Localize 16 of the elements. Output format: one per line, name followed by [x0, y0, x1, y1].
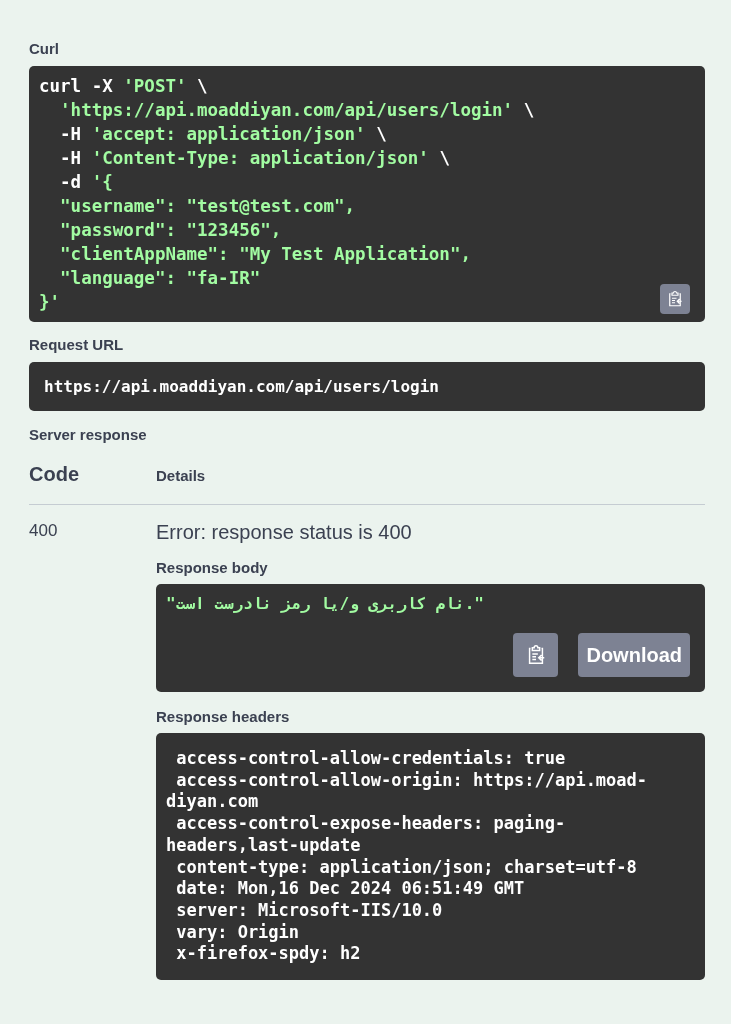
code-block: access-control-allow-credentials: true access-control-allow-origin: https://api.moad- diyan.com access-control-expose-headers: paging- headers,last-update content-type: application/json; charset=utf-8 date: Mon,16 Dec 2024 06:51:49 GMT server: Microsoft-IIS/10.0 vary: Origin x-firefox-spdy: h2 — [156, 733, 705, 981]
section-label: Response headers — [156, 708, 291, 725]
code-text: curl -X 'POST' \ 'https://api.moaddiyan.com/api/users/login' \ -H 'accept: application/json' \ -H 'Content-Type: application/json' \ -d '{ "username": "test@test.com", "password": "123456", "clientAppName": "My Test Application", "language": "fa-IR" }' — [39, 75, 535, 314]
error-message: Error: response status is 400 — [156, 521, 413, 544]
column-header: Code — [29, 463, 80, 486]
section-label: Server response — [29, 426, 148, 443]
url-field: https://api.moaddiyan.com/api/users/login — [29, 362, 705, 411]
clipboard-icon — [666, 290, 684, 308]
section-label: Request URL — [29, 336, 125, 353]
download-button[interactable]: Download — [578, 633, 690, 677]
status-code: 400 — [29, 521, 59, 541]
section-label: Response body — [156, 559, 269, 576]
response-text: "نام کاربری و/یا رمز نادرست است." — [166, 594, 485, 613]
section-label: Curl — [29, 40, 60, 57]
copy-button[interactable] — [513, 633, 559, 677]
column-header: Details — [156, 467, 206, 484]
